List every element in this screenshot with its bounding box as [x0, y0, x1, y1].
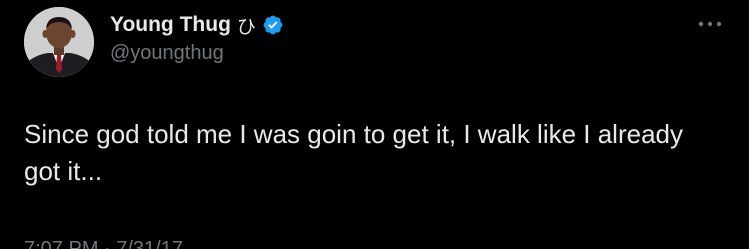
tweet-text: Since god told me I was goin to get it, … — [24, 119, 684, 186]
avatar[interactable] — [24, 7, 94, 77]
author-name-glyph: ひ — [236, 15, 256, 38]
author-name-row: Young Thug ひ — [110, 10, 284, 40]
verified-badge-icon — [262, 14, 284, 36]
author-display-name[interactable]: Young Thug — [110, 13, 231, 37]
more-options-icon — [698, 21, 722, 27]
tweet: Young Thug ひ @youngthug Since god told m… — [0, 0, 749, 249]
tweet-timestamp[interactable]: 7:07 PM · 7/31/17 — [24, 238, 183, 249]
author-handle[interactable]: @youngthug — [110, 42, 224, 65]
more-options-button[interactable] — [695, 12, 725, 36]
